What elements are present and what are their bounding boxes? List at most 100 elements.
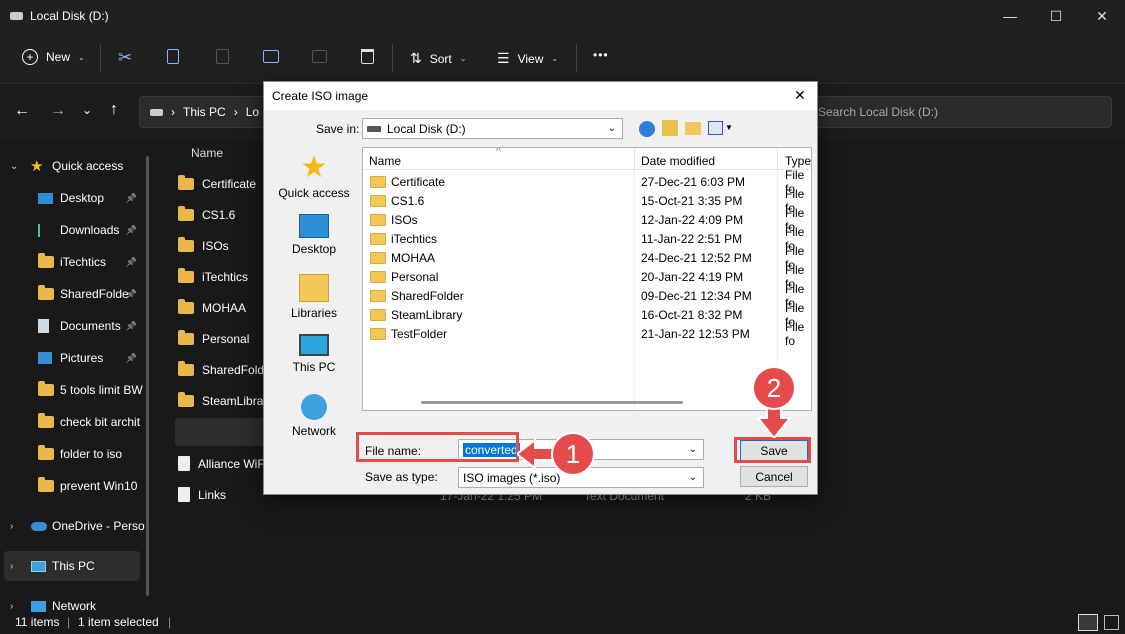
table-row[interactable]: ISOs 12-Jan-22 4:09 PM File fo xyxy=(363,206,811,234)
document-icon xyxy=(38,319,49,333)
back-icon[interactable] xyxy=(639,121,655,137)
list-item[interactable]: MOHAA xyxy=(178,299,246,315)
up-arrow-icon[interactable]: ↑ xyxy=(110,101,118,119)
list-item[interactable]: SteamLibrar xyxy=(178,392,267,408)
delete-icon[interactable] xyxy=(361,49,374,64)
sidebar-onedrive[interactable]: › OneDrive - Perso xyxy=(0,511,145,541)
sidebar-item[interactable]: Downloads 📌 xyxy=(0,215,145,245)
status-separator: | xyxy=(168,615,172,629)
cancel-button[interactable]: Cancel xyxy=(740,466,808,487)
star-icon: ★ xyxy=(30,158,44,175)
more-options-button[interactable]: ••• xyxy=(593,48,609,62)
tiles-view-icon[interactable] xyxy=(1104,615,1119,630)
sidebar-item[interactable]: Desktop 📌 xyxy=(0,183,145,213)
sidebar-item[interactable]: 5 tools limit BW xyxy=(0,375,145,405)
table-row[interactable]: SharedFolder 09-Dec-21 12:34 PM File fo xyxy=(363,282,811,310)
sidebar-item-label: prevent Win10 xyxy=(60,479,138,493)
place-desktop[interactable]: Desktop xyxy=(274,214,354,256)
new-button[interactable]: + New ⌄ xyxy=(22,49,85,65)
up-folder-icon[interactable] xyxy=(662,120,678,136)
breadcrumb-local-disk[interactable]: Lo xyxy=(246,105,259,119)
save-highlight-box xyxy=(734,437,811,463)
copy-icon[interactable] xyxy=(167,49,179,64)
rename-icon[interactable] xyxy=(263,50,279,63)
sort-button[interactable]: ⇅ Sort ⌄ xyxy=(410,50,466,67)
list-item[interactable]: Alliance WiF xyxy=(178,456,265,471)
place-libraries[interactable]: Libraries xyxy=(274,274,354,320)
sidebar-item[interactable]: SharedFolde 📌 xyxy=(0,279,145,309)
table-row[interactable]: TestFolder 21-Jan-22 12:53 PM File fo xyxy=(363,320,811,348)
close-button[interactable]: ✕ xyxy=(1079,0,1125,32)
maximize-button[interactable]: ☐ xyxy=(1033,0,1079,32)
save-in-dropdown[interactable]: Local Disk (D:) ⌄ xyxy=(362,118,623,139)
list-item-label: Links xyxy=(198,487,227,502)
details-view-icon[interactable] xyxy=(1078,614,1098,631)
sidebar-item[interactable]: folder to iso xyxy=(0,439,145,469)
table-row[interactable]: MOHAA 24-Dec-21 12:52 PM File fo xyxy=(363,244,811,272)
place-label: Desktop xyxy=(291,242,337,256)
place-quick-access[interactable]: ★ Quick access xyxy=(274,151,354,201)
sidebar-item-label: Documents xyxy=(60,319,121,333)
list-item-label: SharedFolde xyxy=(202,363,271,377)
cut-icon[interactable]: ✂ xyxy=(118,48,132,68)
list-item[interactable]: SharedFolde xyxy=(178,361,271,377)
sidebar-quick-access[interactable]: ⌄ ★ Quick access xyxy=(0,151,145,181)
recent-chevron-icon[interactable]: ⌄ xyxy=(82,103,92,117)
new-folder-icon[interactable] xyxy=(685,122,701,135)
breadcrumb-separator: › xyxy=(171,105,175,119)
folder-icon xyxy=(370,327,386,340)
dialog-close-button[interactable]: ✕ xyxy=(794,87,806,104)
dialog-title-bar: Create ISO image ✕ xyxy=(264,82,817,110)
sidebar-this-pc[interactable]: › This PC xyxy=(4,551,140,581)
folder-icon xyxy=(38,285,54,300)
list-item[interactable]: Personal xyxy=(178,330,249,346)
list-item[interactable]: CS1.6 xyxy=(178,206,235,222)
sidebar-item[interactable]: check bit archit xyxy=(0,407,145,437)
network-icon xyxy=(31,600,46,612)
horizontal-scrollbar[interactable] xyxy=(421,401,683,404)
share-icon[interactable] xyxy=(312,50,327,63)
place-this-pc[interactable]: This PC xyxy=(274,334,354,374)
row-date: 20-Jan-22 4:19 PM xyxy=(641,269,744,284)
column-type[interactable]: Type xyxy=(785,154,811,168)
file-list-view[interactable]: Name ^ Date modified Type Certificate 27-… xyxy=(362,147,812,411)
sidebar-label: Quick access xyxy=(52,159,124,173)
chevron-right-icon: › xyxy=(10,520,14,532)
breadcrumb-this-pc[interactable]: This PC xyxy=(183,105,226,119)
table-row[interactable]: CS1.6 15-Oct-21 3:35 PM File fo xyxy=(363,187,811,215)
chevron-down-icon[interactable]: ▼ xyxy=(725,123,733,132)
folder-icon xyxy=(370,289,386,302)
file-list: Certificate CS1.6 ISOs iTechtics MOHAA Person… xyxy=(170,168,271,508)
breadcrumb-separator: › xyxy=(233,105,238,119)
table-row[interactable]: Certificate 27-Dec-21 6:03 PM File fo xyxy=(363,168,811,196)
minimize-button[interactable]: — xyxy=(987,0,1033,32)
forward-arrow-icon[interactable]: → xyxy=(50,102,66,120)
table-row[interactable]: SteamLibrary 16-Oct-21 8:32 PM File fo xyxy=(363,301,811,329)
view-menu-icon[interactable] xyxy=(708,121,723,135)
sidebar-scrollbar[interactable] xyxy=(146,156,149,596)
libraries-icon xyxy=(299,274,329,302)
title-bar: Local Disk (D:) — ☐ ✕ xyxy=(0,0,1125,32)
paste-icon[interactable] xyxy=(216,49,229,64)
sort-label: Sort xyxy=(429,51,452,66)
place-network[interactable]: Network xyxy=(274,394,354,438)
sidebar-item[interactable]: iTechtics 📌 xyxy=(0,247,145,277)
list-item[interactable]: Certificate xyxy=(178,175,256,191)
sidebar-item[interactable]: prevent Win10 xyxy=(0,471,145,501)
list-item[interactable]: Links xyxy=(178,487,226,502)
column-header-name[interactable]: Name xyxy=(191,146,223,160)
sidebar-item[interactable]: Documents 📌 xyxy=(0,311,145,341)
table-row[interactable]: iTechtics 11-Jan-22 2:51 PM File fo xyxy=(363,225,811,253)
save-in-label: Save in: xyxy=(316,122,360,136)
view-button[interactable]: ☰ View ⌄ xyxy=(497,50,558,67)
row-name: SteamLibrary xyxy=(391,307,463,322)
column-name[interactable]: Name xyxy=(369,154,401,168)
search-input[interactable]: Search Local Disk (D:) xyxy=(805,96,1112,128)
back-arrow-icon[interactable]: ← xyxy=(14,102,30,120)
table-row[interactable]: Personal 20-Jan-22 4:19 PM File fo xyxy=(363,263,811,291)
star-icon: ★ xyxy=(300,151,328,184)
list-item[interactable]: iTechtics xyxy=(178,268,248,284)
column-date[interactable]: Date modified xyxy=(641,154,715,168)
list-item[interactable]: ISOs xyxy=(178,237,229,253)
sidebar-item[interactable]: Pictures 📌 xyxy=(0,343,145,373)
